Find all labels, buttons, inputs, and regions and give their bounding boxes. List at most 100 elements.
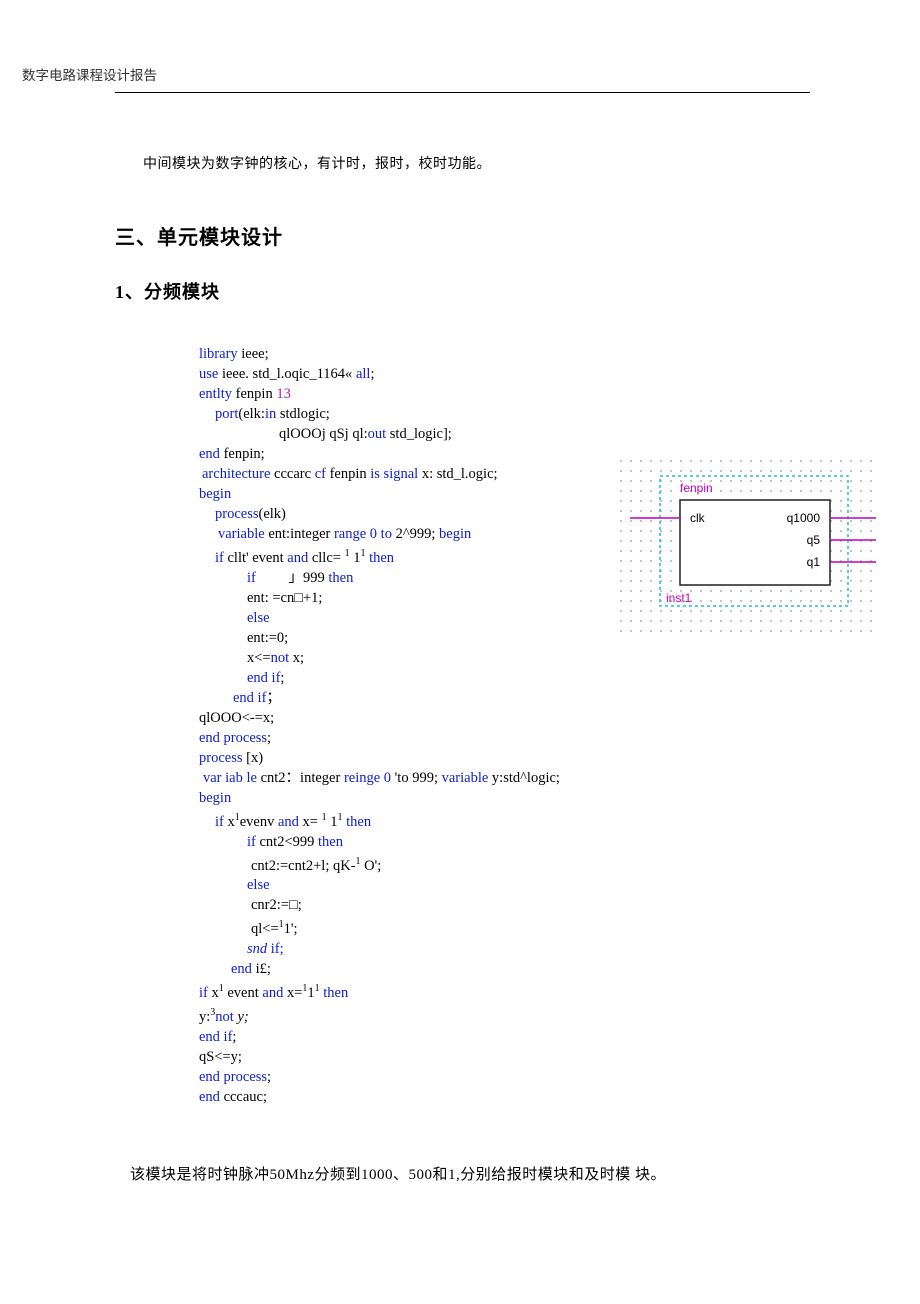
- code-text: (elk:: [238, 406, 265, 422]
- kw-process: process: [199, 750, 243, 766]
- kw-variable: variable: [218, 526, 265, 542]
- kw-if: if: [215, 550, 224, 566]
- diagram-entity-label: fenpin: [680, 481, 713, 495]
- code-text: (elk): [259, 506, 286, 522]
- intro-paragraph: 中间模块为数字钟的核心，有计时，报时，校时功能。: [115, 153, 815, 173]
- code-text: fenpin;: [220, 446, 265, 462]
- block-diagram: fenpin inst1 clk q1000 q5 q1: [620, 460, 876, 640]
- code-text: fenpin: [232, 386, 276, 402]
- section-heading: 三、单元模块设计: [115, 221, 815, 250]
- kw-then: then: [318, 834, 343, 850]
- num-literal: 13: [276, 386, 291, 402]
- code-text: x<=: [247, 650, 271, 666]
- diagram-port-in: clk: [690, 511, 706, 525]
- kw-end: snd: [247, 941, 267, 957]
- code-text: ent: =cn□+1;: [247, 590, 322, 606]
- diagram-port-out3: q1: [807, 555, 821, 569]
- code-text: 1: [327, 814, 338, 830]
- code-text: std_logic];: [386, 426, 452, 442]
- kw-out: out: [368, 426, 387, 442]
- code-text: [x): [243, 750, 264, 766]
- kw-then: then: [342, 814, 371, 830]
- code-space: [256, 570, 289, 586]
- code-text: 'to 999;: [391, 770, 442, 786]
- kw-begin: begin: [199, 790, 231, 806]
- diagram-svg: fenpin inst1 clk q1000 q5 q1: [620, 460, 876, 640]
- code-text: ;: [267, 730, 271, 746]
- kw-if: if: [199, 985, 208, 1001]
- code-text: 999: [303, 570, 328, 586]
- kw-of: cf: [315, 466, 326, 482]
- code-text: ；: [266, 690, 281, 706]
- kw-in: in: [265, 406, 276, 422]
- kw-endprocess: end process: [199, 1069, 267, 1085]
- code-text: y;: [234, 1009, 249, 1025]
- code-text: ;: [370, 366, 374, 382]
- code-text: cnt2:=cnt2+l; qK-: [251, 857, 356, 873]
- kw-entity: entlty: [199, 386, 232, 402]
- kw-and: and: [287, 550, 308, 566]
- kw-endif: end if: [233, 690, 266, 706]
- code-text: qS<=y;: [199, 1049, 242, 1065]
- code-text: x=: [283, 985, 302, 1001]
- kw-end: end: [199, 446, 220, 462]
- kw-and: and: [262, 985, 283, 1001]
- code-text: 」: [288, 570, 303, 586]
- kw-library: library: [199, 346, 238, 362]
- code-text: qlOOOj qSj ql:: [279, 426, 368, 442]
- code-text: x: [208, 985, 219, 1001]
- page-header: 数字电路课程设计报告: [22, 64, 157, 84]
- code-text: 1';: [284, 921, 298, 937]
- code-text: y:: [199, 1009, 210, 1025]
- kw-if: if: [247, 834, 256, 850]
- vhdl-code-block: library ieee; use ieee. std_l.oqic_1164«…: [199, 344, 599, 1107]
- code-text: cnt2<999: [256, 834, 318, 850]
- kw-is-signal: is signal: [370, 466, 418, 482]
- code-text: x;: [289, 650, 304, 666]
- kw-begin: begin: [199, 486, 231, 502]
- kw-else: else: [247, 610, 270, 626]
- header-rule: [115, 92, 810, 93]
- diagram-port-out1: q1000: [787, 511, 821, 525]
- code-text: cccarc: [270, 466, 314, 482]
- kw-range: reinge 0: [344, 770, 391, 786]
- code-text: y:std^logic;: [488, 770, 560, 786]
- kw-and: and: [278, 814, 299, 830]
- code-text: ent:=0;: [247, 630, 288, 646]
- diagram-port-out2: q5: [807, 533, 821, 547]
- code-text: ieee;: [238, 346, 269, 362]
- kw-if: if;: [267, 941, 284, 957]
- code-text: 1: [350, 550, 361, 566]
- kw-variable: variable: [442, 770, 489, 786]
- code-text: ql<=: [251, 921, 279, 937]
- code-text: cnr2:=□;: [251, 897, 302, 913]
- diagram-inst-label: inst1: [666, 591, 692, 605]
- kw-if: if: [215, 814, 224, 830]
- code-text: ;: [232, 1029, 236, 1045]
- subsection-heading: 1、分频模块: [115, 278, 815, 304]
- code-text: 1: [307, 985, 314, 1001]
- code-text: O';: [361, 857, 382, 873]
- kw-port: port: [215, 406, 238, 422]
- kw-end: end: [231, 961, 252, 977]
- kw-then: then: [365, 550, 394, 566]
- kw-process: process: [215, 506, 259, 522]
- kw-not: not: [271, 650, 290, 666]
- kw-variable: var iab le: [203, 770, 257, 786]
- kw-else: else: [247, 877, 270, 893]
- code-text: i£;: [252, 961, 271, 977]
- code-text: ieee. std_l.oqic_1164«: [218, 366, 356, 382]
- code-text: cllt' event: [224, 550, 287, 566]
- code-text: stdlogic;: [276, 406, 330, 422]
- page-content: 中间模块为数字钟的核心，有计时，报时，校时功能。 三、单元模块设计 1、分频模块…: [115, 153, 815, 1184]
- code-text: event: [224, 985, 263, 1001]
- code-text: cnt2：integer: [257, 770, 344, 786]
- kw-begin: begin: [439, 526, 471, 542]
- kw-all: all: [356, 366, 371, 382]
- code-text: evenv: [240, 814, 278, 830]
- code-text: ;: [267, 1069, 271, 1085]
- code-text: qlOOO<-=x;: [199, 710, 274, 726]
- kw-architecture: architecture: [202, 466, 270, 482]
- kw-not: not: [215, 1009, 234, 1025]
- kw-use: use: [199, 366, 218, 382]
